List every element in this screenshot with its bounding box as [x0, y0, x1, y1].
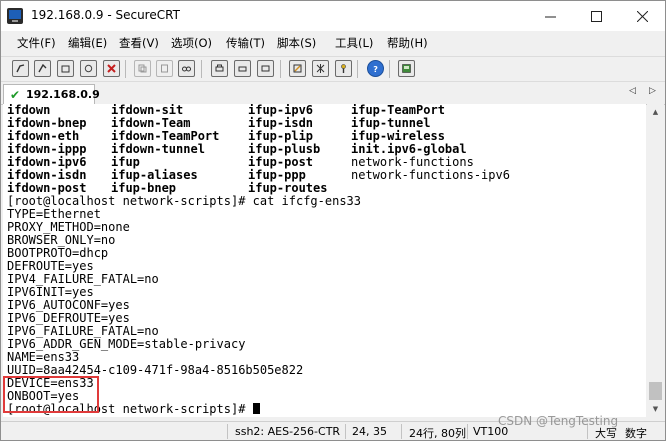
quick-connect-icon[interactable] — [34, 60, 51, 77]
scroll-up-icon[interactable]: ▲ — [647, 104, 664, 120]
scroll-down-icon[interactable]: ▼ — [647, 401, 664, 417]
status-num: 数字 — [625, 427, 647, 440]
help-icon[interactable]: ? — [367, 60, 384, 77]
scrollbar-thumb[interactable] — [649, 382, 662, 400]
reconnect-icon[interactable] — [80, 60, 97, 77]
maximize-button[interactable] — [573, 1, 619, 31]
tab-scroll-left-icon[interactable]: ◁ — [629, 86, 636, 96]
close-icon — [636, 10, 648, 22]
menu-transfer[interactable]: 传输(T) — [226, 35, 265, 51]
menu-tools[interactable]: 工具(L) — [335, 35, 373, 51]
print-setup-icon[interactable] — [234, 60, 251, 77]
toolbar-separator — [125, 60, 126, 78]
maximize-icon — [590, 10, 602, 22]
connected-check-icon: ✔ — [10, 88, 21, 102]
find-icon[interactable] — [178, 60, 195, 77]
status-divider — [401, 424, 402, 439]
session-tab-bar: ✔ 192.168.0.9 ◁ ▷ — [1, 82, 665, 105]
watermark: CSDN @TengTesting — [498, 414, 619, 428]
copy-icon[interactable] — [134, 60, 151, 77]
menu-options[interactable]: 选项(O) — [171, 35, 212, 51]
status-position: 24, 35 — [352, 425, 387, 438]
menu-help[interactable]: 帮助(H) — [387, 35, 428, 51]
svg-text:?: ? — [373, 65, 378, 73]
sftp-icon[interactable] — [398, 60, 415, 77]
menu-bar: 文件(F) 编辑(E) 查看(V) 选项(O) 传输(T) 脚本(S) 工具(L… — [1, 32, 665, 54]
status-divider — [467, 424, 468, 439]
connect-tab-icon[interactable] — [57, 60, 74, 77]
status-cipher: ssh2: AES-256-CTR — [235, 425, 341, 438]
terminal-scrollbar[interactable]: ▲ ▼ — [647, 104, 664, 417]
close-button[interactable] — [619, 1, 665, 31]
connect-icon[interactable] — [12, 60, 29, 77]
toolbar: ? — [1, 56, 665, 82]
print-icon-2[interactable] — [257, 60, 274, 77]
status-size: 24行, 80列 — [409, 427, 466, 440]
keymap-icon[interactable] — [335, 60, 352, 77]
ls-entry: network-functions-ipv6 — [351, 168, 510, 182]
toolbar-separator — [389, 60, 390, 78]
session-options-icon[interactable] — [289, 60, 306, 77]
toolbar-separator — [280, 60, 281, 78]
menu-file[interactable]: 文件(F) — [17, 35, 56, 51]
minimize-icon — [544, 16, 556, 17]
prompt-text: [root@localhost network-scripts]# — [7, 402, 253, 416]
menu-script[interactable]: 脚本(S) — [277, 35, 316, 51]
title-bar[interactable]: 192.168.0.9 - SecureCRT — [1, 1, 665, 31]
cursor — [252, 403, 260, 414]
status-divider — [345, 424, 346, 439]
minimize-button[interactable] — [527, 1, 573, 31]
tab-scroll-right-icon[interactable]: ▷ — [649, 86, 656, 96]
print-icon[interactable] — [211, 60, 228, 77]
paste-icon[interactable] — [156, 60, 173, 77]
status-divider — [227, 424, 228, 439]
prompt-line: [root@localhost network-scripts]# — [7, 403, 260, 416]
session-tab[interactable]: ✔ 192.168.0.9 — [3, 84, 100, 104]
toolbar-separator — [201, 60, 202, 78]
app-icon — [7, 8, 23, 24]
terminal-view[interactable]: ifdown ifdown-sit ifup-ipv6 ifup-TeamPort if… — [3, 104, 646, 417]
menu-edit[interactable]: 编辑(E) — [68, 35, 107, 51]
toolbar-separator — [357, 60, 358, 78]
global-options-icon[interactable] — [312, 60, 329, 77]
window-title: 192.168.0.9 - SecureCRT — [31, 8, 180, 22]
menu-view[interactable]: 查看(V) — [119, 35, 159, 51]
securecrt-window: 192.168.0.9 - SecureCRT 文件(F) 编辑(E) 查看(V… — [0, 0, 666, 441]
disconnect-icon[interactable] — [103, 60, 120, 77]
session-tab-label: 192.168.0.9 — [26, 88, 100, 101]
